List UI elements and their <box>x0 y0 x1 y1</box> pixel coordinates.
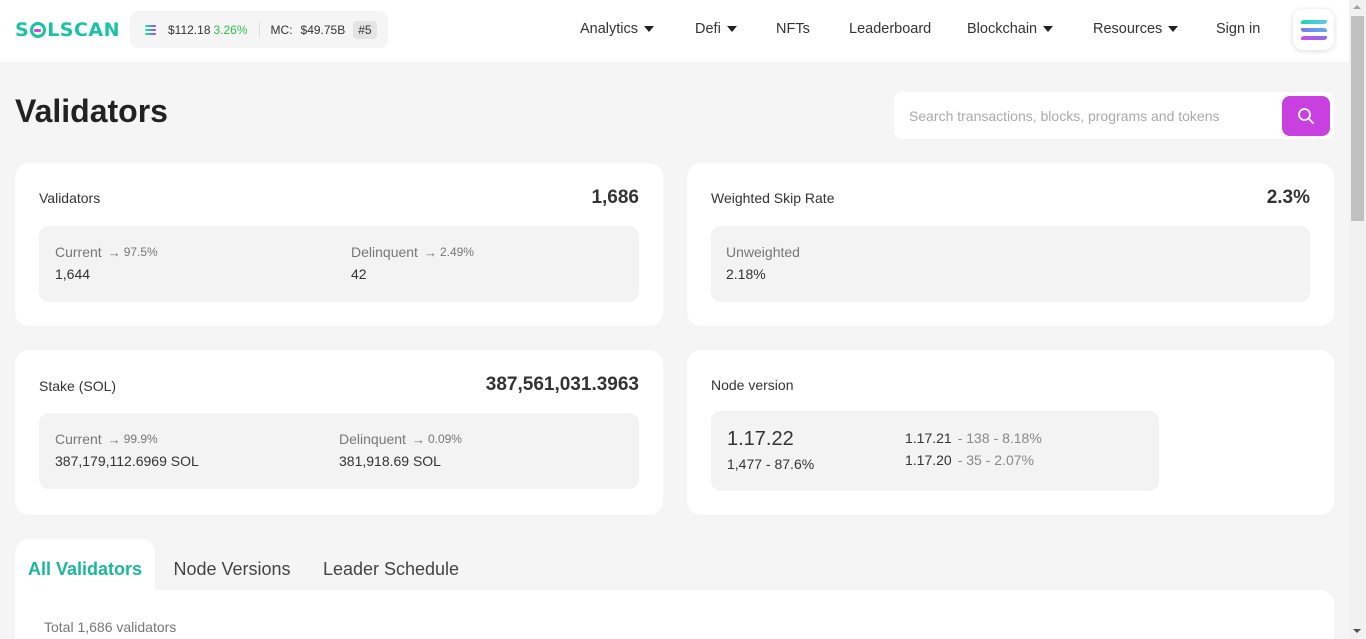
nav-label: Defi <box>695 21 721 37</box>
stake-current-label-text: Current <box>55 431 102 447</box>
arrow-right-icon: → <box>411 431 425 447</box>
search-box <box>894 92 1334 139</box>
current-value: 1,644 <box>55 266 91 282</box>
stake-current-value: 387,179,112.6969 SOL <box>55 453 199 469</box>
search-icon <box>1298 108 1314 124</box>
nav-blockchain[interactable]: Blockchain <box>967 21 1054 37</box>
unweighted-value: 2.18% <box>726 266 766 282</box>
scroll-up-icon[interactable] <box>1353 5 1361 9</box>
nav-analytics[interactable]: Analytics <box>580 21 655 37</box>
node-version-breakdown: 1.17.22 1,477 - 87.6% 1.17.21 - 138 - 8.1… <box>711 411 1159 491</box>
logo-text-start: S <box>15 19 30 41</box>
node-version: 1.17.20 <box>905 452 952 468</box>
nav-label: Sign in <box>1216 21 1261 37</box>
validators-label: Validators <box>39 190 101 206</box>
market-cap-label: MC: <box>270 22 293 37</box>
current-label: Current → 97.5% <box>55 244 158 260</box>
current-percent: 97.5% <box>123 245 158 259</box>
stake-delinquent-label: Delinquent → 0.09% <box>339 431 462 447</box>
nav-nfts[interactable]: NFTs <box>776 21 810 37</box>
sol-price-pill[interactable]: $112.18 3.26% MC: $49.75B #5 <box>130 11 388 48</box>
market-cap-value: $49.75B <box>300 22 346 37</box>
tab-leader-schedule[interactable]: Leader Schedule <box>312 539 470 599</box>
validators-card: Validators 1,686 Current → 97.5% 1,644 D… <box>15 163 663 326</box>
nav-label: Analytics <box>580 21 639 37</box>
tab-node-versions[interactable]: Node Versions <box>160 539 304 599</box>
stake-current-percent: 99.9% <box>123 432 158 446</box>
unweighted-label: Unweighted <box>726 244 800 260</box>
delinquent-value: 42 <box>351 266 367 282</box>
solana-menu-icon[interactable] <box>1293 9 1334 50</box>
delinquent-percent: 2.49% <box>439 245 474 259</box>
stake-total: 387,561,031.3963 <box>485 374 639 395</box>
stake-card: Stake (SOL) 387,561,031.3963 Current → 9… <box>15 350 663 515</box>
scroll-thumb[interactable] <box>1351 16 1364 221</box>
nav-label: NFTs <box>776 21 810 37</box>
tab-all-validators[interactable]: All Validators <box>15 539 155 599</box>
main-node-version: 1.17.22 <box>727 428 794 450</box>
skip-rate-label: Weighted Skip Rate <box>711 190 835 206</box>
caret-down-icon <box>644 26 655 32</box>
sol-price-change: 3.26% <box>213 22 248 37</box>
caret-down-icon <box>1168 26 1179 32</box>
caret-down-icon <box>726 26 737 32</box>
arrow-right-icon: → <box>107 244 121 260</box>
stake-label: Stake (SOL) <box>39 378 117 394</box>
arrow-right-icon: → <box>107 431 121 447</box>
node-version-row: 1.17.20 - 35 - 2.07% <box>905 452 1034 468</box>
nav-defi[interactable]: Defi <box>695 21 737 37</box>
main-node-version-stats: 1,477 - 87.6% <box>727 456 815 472</box>
solscan-logo[interactable]: S LSCAN <box>15 19 120 41</box>
search-input[interactable] <box>894 92 1279 139</box>
nav-resources[interactable]: Resources <box>1093 21 1179 37</box>
node-version: 1.17.21 <box>905 430 952 446</box>
page-title: Validators <box>15 93 168 129</box>
stake-breakdown: Current → 99.9% 387,179,112.6969 SOL Del… <box>39 413 639 489</box>
search-button[interactable] <box>1282 96 1330 136</box>
delinquent-label-text: Delinquent <box>351 244 418 260</box>
sign-in-link[interactable]: Sign in <box>1216 21 1260 37</box>
skip-rate-card: Weighted Skip Rate 2.3% Unweighted 2.18% <box>687 163 1334 326</box>
total-validators: Total 1,686 validators <box>44 619 177 635</box>
solana-icon <box>145 24 156 35</box>
stake-delinquent-value: 381,918.69 SOL <box>339 453 441 469</box>
scroll-down-icon[interactable] <box>1353 629 1361 633</box>
logo-mark-icon <box>30 22 47 38</box>
skip-rate-value: 2.3% <box>1266 187 1310 208</box>
rank-badge: #5 <box>353 20 377 39</box>
nav-label: Blockchain <box>967 21 1038 37</box>
current-label-text: Current <box>55 244 102 260</box>
delinquent-label: Delinquent → 2.49% <box>351 244 474 260</box>
sol-price: $112.18 <box>168 22 211 37</box>
stake-current-label: Current → 99.9% <box>55 431 158 447</box>
validators-breakdown: Current → 97.5% 1,644 Delinquent → 2.49%… <box>39 226 639 302</box>
caret-down-icon <box>1043 26 1054 32</box>
nav-leaderboard[interactable]: Leaderboard <box>849 21 931 37</box>
stake-delinquent-label-text: Delinquent <box>339 431 406 447</box>
node-version-stats: - 138 - 8.18% <box>957 430 1042 446</box>
page-scrollbar[interactable] <box>1349 0 1366 639</box>
node-version-label: Node version <box>711 377 794 393</box>
divider <box>258 21 260 38</box>
skip-rate-breakdown: Unweighted 2.18% <box>711 226 1310 302</box>
node-version-card: Node version 1.17.22 1,477 - 87.6% 1.17.… <box>687 350 1334 515</box>
top-header: S LSCAN $112.18 3.26% MC: $49.75B #5 Anal… <box>0 0 1349 62</box>
validators-count: 1,686 <box>591 187 639 208</box>
nav-label: Resources <box>1093 21 1163 37</box>
node-version-stats: - 35 - 2.07% <box>957 452 1034 468</box>
stake-delinquent-percent: 0.09% <box>427 432 462 446</box>
nav-label: Leaderboard <box>849 21 932 37</box>
node-version-row: 1.17.21 - 138 - 8.18% <box>905 430 1042 446</box>
logo-text-end: LSCAN <box>47 19 121 41</box>
arrow-right-icon: → <box>423 244 437 260</box>
